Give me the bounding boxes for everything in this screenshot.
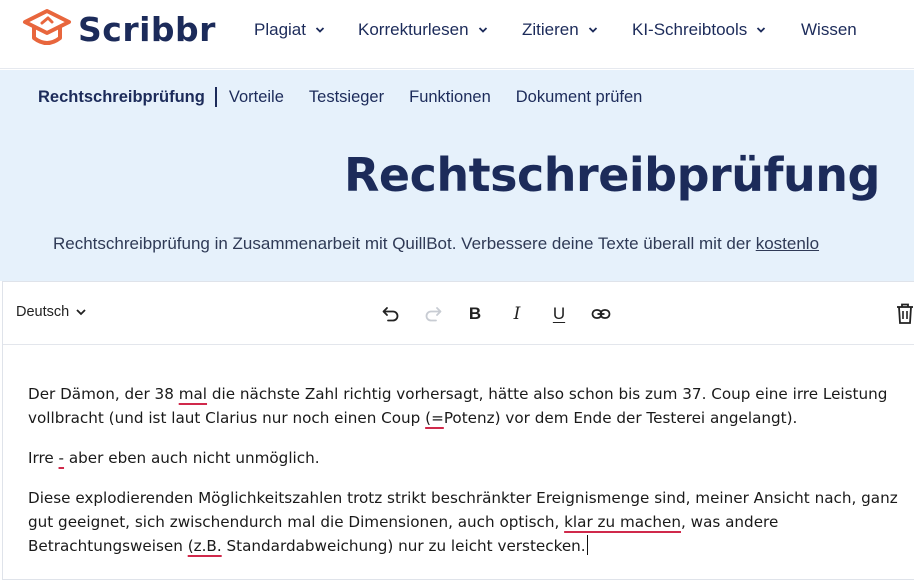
bold-icon: B bbox=[468, 304, 482, 323]
redo-button[interactable] bbox=[421, 302, 445, 326]
text-run: Irre bbox=[28, 449, 59, 467]
editor-paragraph: Irre - aber eben auch nicht unmöglich. bbox=[28, 446, 913, 470]
hero-subtitle: Rechtschreibprüfung in Zusammenarbeit mi… bbox=[53, 234, 819, 254]
hero-section: Rechtschreibprüfung Vorteile Testsieger … bbox=[0, 70, 914, 281]
page-title: Rechtschreibprüfung bbox=[344, 148, 880, 202]
underline-button[interactable]: U bbox=[547, 302, 571, 326]
nav-item-label: KI-Schreibtools bbox=[632, 20, 748, 39]
subnav-divider bbox=[214, 87, 217, 107]
text-run: Der Dämon, der 38 bbox=[28, 385, 179, 403]
sub-navigation: Rechtschreibprüfung Vorteile Testsieger … bbox=[38, 86, 667, 108]
nav-item-label: Wissen bbox=[801, 20, 857, 39]
nav-item-wissen[interactable]: Wissen bbox=[801, 19, 857, 41]
subnav-link-funktionen[interactable]: Funktionen bbox=[409, 88, 491, 107]
spelling-error[interactable]: (= bbox=[425, 409, 444, 427]
hero-subtitle-link[interactable]: kostenlo bbox=[756, 234, 819, 253]
italic-icon: I bbox=[513, 304, 521, 324]
subnav-active-item[interactable]: Rechtschreibprüfung bbox=[38, 88, 205, 107]
chevron-down-icon bbox=[76, 309, 86, 316]
top-navigation: Scribbr Plagiat Korrekturlesen Zitieren … bbox=[0, 0, 914, 69]
subnav-link-dokument-pruefen[interactable]: Dokument prüfen bbox=[516, 88, 643, 107]
editor-text-area[interactable]: Der Dämon, der 38 mal die nächste Zahl r… bbox=[28, 382, 913, 574]
underline-icon: U bbox=[552, 304, 566, 323]
chevron-down-icon bbox=[315, 27, 325, 33]
language-select-value: Deutsch bbox=[16, 304, 70, 320]
nav-item-label: Zitieren bbox=[522, 20, 579, 39]
redo-icon bbox=[425, 307, 442, 322]
nav-item-label: Korrekturlesen bbox=[358, 20, 469, 39]
spellcheck-editor: Deutsch B I U Der Dämon, der 38 mal die … bbox=[2, 281, 914, 580]
chevron-down-icon bbox=[588, 27, 597, 33]
language-select[interactable]: Deutsch bbox=[16, 304, 87, 320]
text-run: Standardabweichung) nur zu leicht verste… bbox=[221, 537, 586, 555]
scribbr-logo[interactable]: Scribbr bbox=[22, 8, 216, 50]
italic-button[interactable]: I bbox=[505, 302, 529, 326]
bold-button[interactable]: B bbox=[463, 302, 487, 326]
link-icon bbox=[591, 309, 611, 319]
editor-paragraph: Diese explodierenden Möglichkeitszahlen … bbox=[28, 486, 913, 558]
subnav-link-vorteile[interactable]: Vorteile bbox=[229, 88, 284, 107]
nav-item-zitieren[interactable]: Zitieren bbox=[522, 19, 598, 41]
nav-item-label: Plagiat bbox=[254, 20, 306, 39]
graduation-cap-logo-icon bbox=[23, 9, 71, 45]
text-run: aber eben auch nicht unmöglich. bbox=[64, 449, 320, 467]
text-run: Potenz) vor dem Ende der Testerei angela… bbox=[443, 409, 798, 427]
spelling-error[interactable]: (z.B. bbox=[188, 537, 222, 555]
editor-toolbar: Deutsch B I U bbox=[3, 282, 914, 345]
text-cursor bbox=[586, 535, 588, 555]
subnav-link-testsieger[interactable]: Testsieger bbox=[309, 88, 384, 107]
nav-item-plagiat[interactable]: Plagiat bbox=[254, 19, 325, 41]
hero-subtitle-text: Rechtschreibprüfung in Zusammenarbeit mi… bbox=[53, 234, 756, 253]
link-button[interactable] bbox=[589, 302, 613, 326]
spelling-error[interactable]: mal bbox=[179, 385, 207, 403]
chevron-down-icon bbox=[478, 27, 487, 33]
chevron-down-icon bbox=[757, 27, 766, 33]
nav-item-ki-schreibtools[interactable]: KI-Schreibtools bbox=[632, 19, 766, 41]
trash-icon[interactable] bbox=[895, 302, 914, 326]
editor-paragraph: Der Dämon, der 38 mal die nächste Zahl r… bbox=[28, 382, 913, 430]
spelling-error[interactable]: klar zu machen bbox=[564, 513, 681, 531]
undo-icon bbox=[382, 307, 399, 322]
brand-name: Scribbr bbox=[78, 9, 216, 49]
undo-button[interactable] bbox=[379, 302, 403, 326]
nav-item-korrekturlesen[interactable]: Korrekturlesen bbox=[358, 19, 488, 41]
